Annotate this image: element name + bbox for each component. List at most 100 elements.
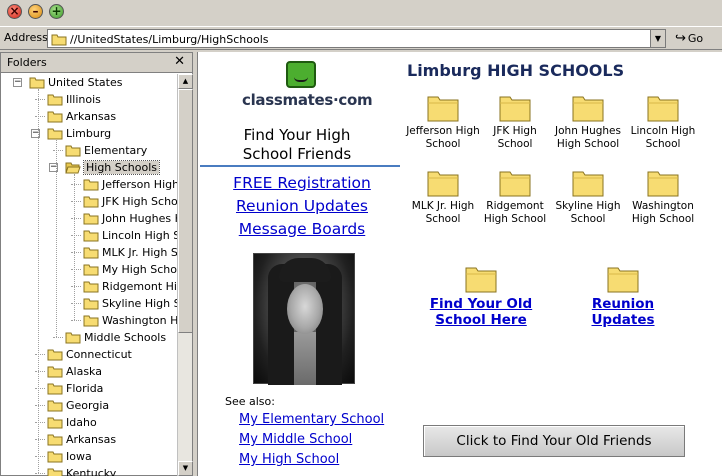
yearbook-photo [253,253,355,385]
tree-item[interactable]: Washington Hig [1,312,177,329]
my-elementary-school-link[interactable]: My Elementary School [239,412,384,427]
tree-item[interactable]: John Hughes H [1,210,177,227]
tree-item[interactable]: Ridgemont High [1,278,177,295]
tree-item-label: Connecticut [66,348,132,361]
tree-item-label: Idaho [66,416,97,429]
school-folder[interactable]: Lincoln High School [624,94,702,151]
tree-item[interactable]: Arkansas [1,108,177,125]
folder-icon [47,399,63,415]
folder-icon [65,161,81,177]
school-folder-label: Lincoln High School [630,125,696,150]
address-dropdown-button[interactable]: ▼ [650,29,666,48]
tree-item[interactable]: My High School [1,261,177,278]
go-arrow-icon: ↪ [675,31,686,46]
folder-icon [476,94,554,122]
address-value: //UnitedStates/Limburg/HighSchools [70,33,269,46]
school-folder-label: JFK High School [493,125,537,150]
tree-item-label: Illinois [66,93,101,106]
reunion-updates-link[interactable]: Reunion Updates [204,197,400,215]
tree-item[interactable]: Connecticut [1,346,177,363]
tree-item[interactable]: − United States [1,74,177,91]
folder-icon [47,382,63,398]
folder-icon [476,169,554,197]
folder-tree-scrollbar[interactable]: ▲ ▼ [177,74,193,476]
school-folder-label: Jefferson High School [406,125,480,150]
address-bar: Address //UnitedStates/Limburg/HighSchoo… [0,26,722,50]
tree-item[interactable]: Georgia [1,397,177,414]
folder-icon [51,34,67,46]
tree-item[interactable]: Iowa [1,448,177,465]
school-folder-label: Skyline High School [555,200,621,225]
folder-icon [47,127,63,143]
folder-icon [404,169,482,197]
tree-item[interactable]: − Limburg [1,125,177,142]
folder-icon [65,144,81,160]
school-folder[interactable]: MLK Jr. High School [404,169,482,226]
find-old-school-link[interactable]: Find Your Old School Here [426,265,536,328]
tree-item[interactable]: Lincoln High Sch [1,227,177,244]
tree-item[interactable]: − High Schools [1,159,177,176]
tree-item-label: Kentucky [66,467,117,476]
scroll-thumb[interactable] [178,89,193,333]
window-titlebar: × – + [0,0,722,24]
find-title-line-1: Find Your High [243,126,351,144]
find-old-friends-button[interactable]: Click to Find Your Old Friends [423,425,685,457]
tree-item-label: Iowa [66,450,92,463]
minimize-icon: – [32,4,39,18]
school-folder-label: John Hughes High School [555,125,621,150]
tree-item-label: Jefferson High [102,178,177,191]
maximize-icon: + [51,4,62,18]
folder-icon [65,331,81,347]
tree-item-label: Washington Hig [102,314,177,327]
tree-item[interactable]: JFK High Schoc [1,193,177,210]
school-folder-label: Washington High School [631,200,695,225]
content-pane: classmates·com Find Your High School Fri… [197,52,722,476]
tree-item[interactable]: Arkansas [1,431,177,448]
divider [200,165,400,167]
go-button[interactable]: ↪ Go [672,28,716,49]
folder-icon [568,265,678,293]
school-folder[interactable]: Washington High School [624,169,702,226]
scroll-up-icon[interactable]: ▲ [178,74,193,89]
message-boards-link[interactable]: Message Boards [204,220,400,238]
maximize-window-button[interactable]: + [49,4,64,19]
close-window-button[interactable]: × [7,4,22,19]
folder-icon [83,246,99,262]
address-input[interactable]: //UnitedStates/Limburg/HighSchools [47,29,665,48]
tree-item-label: Elementary [84,144,148,157]
tree-item[interactable]: Illinois [1,91,177,108]
folder-icon [47,365,63,381]
tree-item[interactable]: Idaho [1,414,177,431]
tree-item[interactable]: Florida [1,380,177,397]
free-registration-link[interactable]: FREE Registration [204,174,400,192]
close-icon: × [9,4,20,18]
go-label: Go [687,32,704,45]
tree-item[interactable]: Kentucky [1,465,177,476]
link-label: Reunion Updates [591,296,655,328]
tree-item[interactable]: Middle Schools [1,329,177,346]
folder-icon [83,314,99,330]
tree-item-label: Arkansas [66,110,117,123]
tree-item[interactable]: Skyline High Sc [1,295,177,312]
school-folder[interactable]: JFK High School [476,94,554,151]
school-folder[interactable]: Ridgemont High School [476,169,554,226]
folder-icon [47,450,63,466]
tree-item[interactable]: MLK Jr. High Sc [1,244,177,261]
school-folder[interactable]: John Hughes High School [549,94,627,151]
folder-icon [624,169,702,197]
reunion-updates-folder-link[interactable]: Reunion Updates [568,265,678,328]
school-folder[interactable]: Jefferson High School [404,94,482,151]
link-label: Find Your Old School Here [429,296,533,328]
school-folder[interactable]: Skyline High School [549,169,627,226]
tree-item[interactable]: Alaska [1,363,177,380]
folder-icon [83,178,99,194]
my-middle-school-link[interactable]: My Middle School [239,432,352,447]
folder-icon [549,169,627,197]
scroll-down-icon[interactable]: ▼ [178,461,193,476]
tree-item[interactable]: Elementary [1,142,177,159]
minimize-window-button[interactable]: – [28,4,43,19]
tree-item[interactable]: Jefferson High [1,176,177,193]
collapse-icon[interactable]: − [13,78,22,87]
my-high-school-link[interactable]: My High School [239,452,339,467]
folders-close-icon[interactable]: ✕ [174,54,185,69]
